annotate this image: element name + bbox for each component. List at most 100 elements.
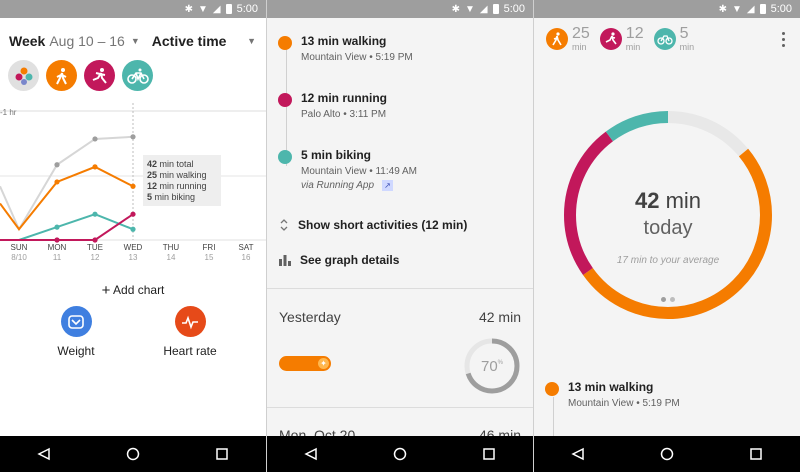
stat-value: 25 [572,25,590,42]
period-selector[interactable]: Week [9,33,45,49]
battery-icon [759,4,766,14]
running-stat[interactable]: 12 min [599,25,644,52]
status-time: 5:00 [770,3,792,15]
all-activities-filter[interactable] [8,60,39,91]
walking-point[interactable] [54,179,60,185]
running-point[interactable] [92,237,98,243]
biking-stat[interactable]: 5 min [653,25,694,52]
walking-icon [55,67,67,84]
walking-stat[interactable]: 25 min [546,26,590,52]
heart-rate-card[interactable]: Heart rate [150,306,230,358]
total-point[interactable] [92,136,98,142]
total-point[interactable] [130,134,136,140]
x-tick-day: THU [163,243,180,252]
status-bar: ✱ ▼ ◢ 5:00 [534,0,800,18]
home-icon[interactable] [380,439,420,469]
running-dot-icon [278,93,292,107]
wifi-icon: ▼ [197,3,208,15]
x-tick-date: 11 [53,253,62,262]
daily-activity-ring[interactable] [558,105,778,325]
stat-value: 12 [625,25,644,42]
metric-selector[interactable]: Active time [152,33,227,49]
stat-unit: min [572,42,587,52]
x-tick-day: MON [48,243,67,252]
stat-unit: min [625,42,641,52]
biking-point[interactable] [54,224,60,230]
average-note: 17 min to your average [616,255,720,266]
total-series-line [0,135,134,232]
running-icon [92,67,107,84]
walking-point[interactable] [92,164,98,170]
daily-activity-bar[interactable]: ✦ [279,356,331,371]
running-icon [599,28,622,50]
x-tick-date: 16 [242,253,251,262]
biking-point[interactable] [130,226,136,232]
walking-point[interactable] [130,183,136,189]
activity-place: Mountain View • 11:49 AM [301,166,417,177]
recents-icon[interactable] [202,439,242,469]
hour-label: -1 hr [0,108,17,117]
date-range[interactable]: Aug 10 – 16 [49,33,125,49]
x-tick-date: 12 [91,253,100,262]
show-short-activities-button[interactable]: Show short activities (12 min) [279,218,467,232]
activity-title: 12 min running [301,91,388,105]
x-tick-day: FRI [203,243,216,252]
add-chart-button[interactable]: + Add chart [0,282,266,299]
tooltip-line: 12 min running [147,181,207,191]
graph-details-button[interactable]: See graph details [279,253,399,267]
battery-icon [225,4,232,14]
walking-dot-icon [545,382,559,396]
back-icon[interactable] [558,439,598,469]
tooltip-line: 5 min biking [147,192,195,202]
walking-icon: ✦ [318,358,329,369]
timeline-line [553,397,554,437]
activity-line-chart[interactable]: -1 hr 42 min total25 min walking12 min ru… [0,100,266,265]
graph-details-label: See graph details [300,253,400,267]
chevron-down-icon[interactable]: ▼ [247,36,256,46]
x-tick-day: SUN [11,243,28,252]
status-bar: ✱ ▼ ◢ 5:00 [0,0,266,18]
daily-total: 42 min [558,188,778,214]
running-filter[interactable] [84,60,115,91]
x-tick-day: SAT [239,243,254,252]
activity-source: via Running App ↗ [301,180,394,192]
walking-dot-icon [278,36,292,50]
weight-card[interactable]: Weight [36,306,116,358]
running-point[interactable] [54,237,60,243]
nav-bar [267,436,533,472]
page-indicator [661,297,675,302]
signal-icon: ◢ [212,3,221,15]
goal-percent: 70% [481,358,504,375]
back-icon[interactable] [24,439,64,469]
more-options-icon[interactable] [782,32,786,50]
open-link-icon[interactable]: ↗ [382,180,394,191]
activity-place: Mountain View • 5:19 PM [301,52,413,63]
walking-icon [546,28,568,50]
show-short-label: Show short activities (12 min) [298,218,468,232]
walking-filter[interactable] [46,60,77,91]
heartbeat-icon [174,306,206,337]
nav-bar [0,436,266,472]
total-point[interactable] [54,162,60,168]
recents-icon[interactable] [736,439,776,469]
activity-place: Mountain View • 5:19 PM [568,398,680,409]
total-value: 42 [634,188,660,213]
stat-value: 5 [679,25,689,42]
biking-filter[interactable] [122,60,153,91]
home-icon[interactable] [647,439,687,469]
x-tick-date: 8/10 [11,253,27,262]
recents-icon[interactable] [469,439,509,469]
day-total: 42 min [478,309,521,325]
biking-point[interactable] [92,211,98,217]
x-tick-date: 14 [167,253,176,262]
home-icon[interactable] [113,439,153,469]
expand-icon [280,219,288,231]
source-label: via Running App [301,180,375,192]
chevron-down-icon[interactable]: ▼ [131,36,140,46]
goal-progress-ring[interactable]: 70% [463,337,521,395]
back-icon[interactable] [291,439,331,469]
running-point[interactable] [130,211,136,217]
bluetooth-icon: ✱ [718,3,727,15]
chart-tooltip: 42 min total25 min walking12 min running… [143,155,221,206]
day-label: today [643,217,693,239]
